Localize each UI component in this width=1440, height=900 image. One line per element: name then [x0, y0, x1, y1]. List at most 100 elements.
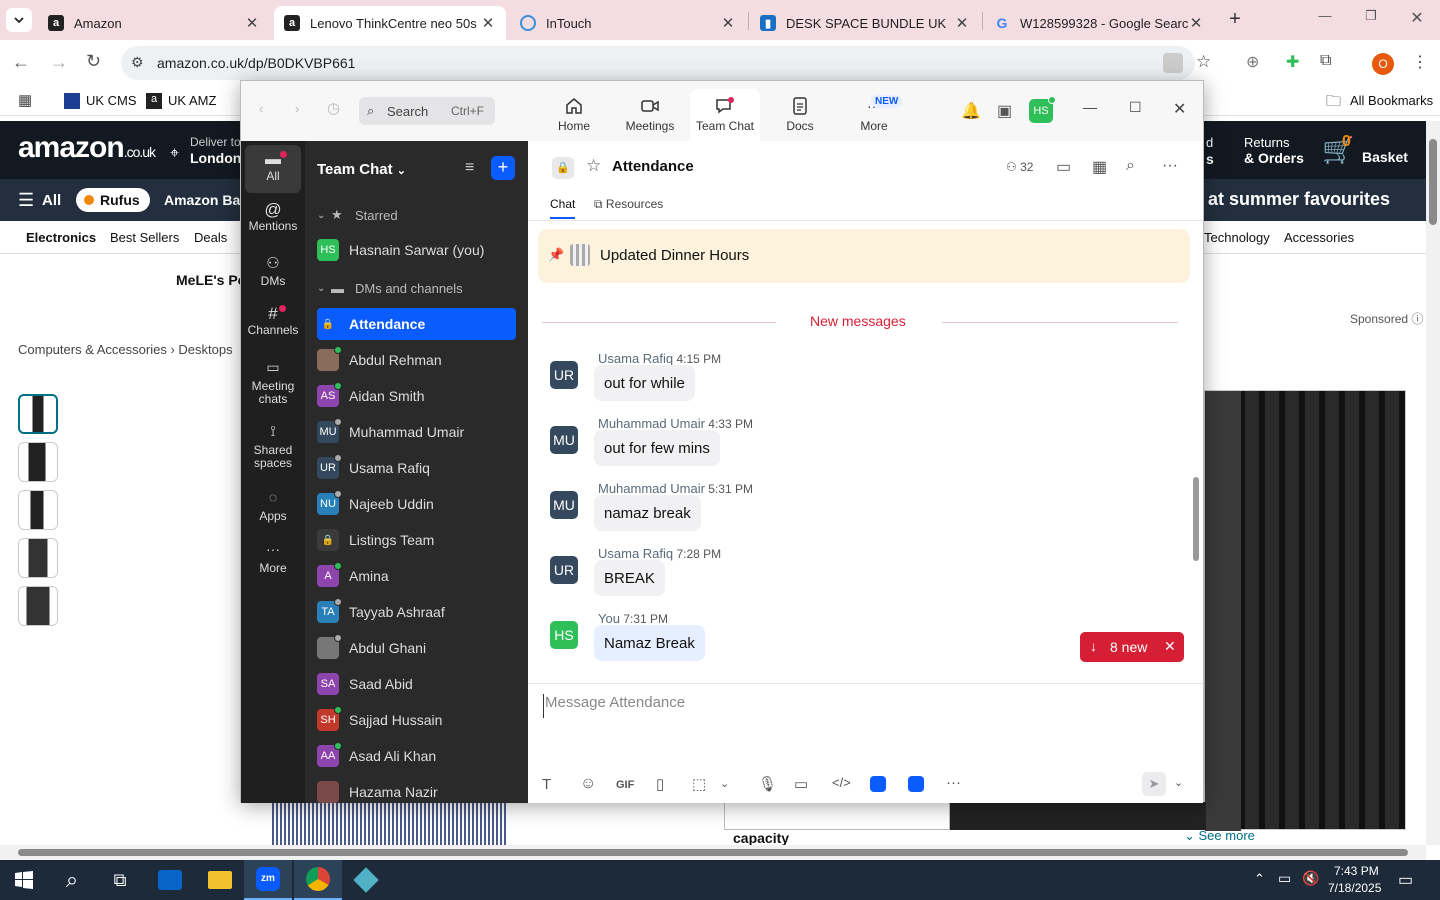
video-message-icon[interactable]: ▭ [794, 775, 808, 793]
list-item[interactable]: Abdul Rehman [317, 344, 516, 376]
send-button[interactable]: ➤ [1142, 772, 1166, 796]
rail-shared-spaces[interactable]: ⟟ Shared spaces [245, 424, 301, 470]
see-more-link[interactable]: ⌄ See more [1184, 828, 1255, 844]
new-messages-jump-button[interactable]: ↓ 8 new ✕ [1080, 632, 1184, 662]
forward-arrow-icon[interactable]: → [50, 52, 68, 73]
chrome-taskbar-icon[interactable] [294, 860, 342, 900]
amazon-logo[interactable]: amazon.co.uk [18, 131, 156, 165]
microphone-icon[interactable]: 🎙 [758, 775, 777, 793]
browser-tab-desk-space[interactable]: ▮ DESK SPACE BUNDLE UK ✕ [750, 6, 980, 40]
subnav-technology[interactable]: Technology [1204, 230, 1270, 245]
message-bubble[interactable]: out for while [594, 365, 695, 401]
tab-docs[interactable]: Docs [765, 89, 835, 141]
screenshot-icon[interactable]: ⬚ [692, 775, 706, 793]
avatar[interactable]: MU [550, 491, 578, 519]
back-arrow-icon[interactable]: ‹ [259, 101, 263, 116]
breadcrumb-link[interactable]: Computers & Accessories [18, 342, 167, 357]
zoom-taskbar-icon[interactable]: zm [244, 860, 292, 900]
list-item[interactable]: AA Asad Ali Khan [317, 740, 516, 772]
rail-channels[interactable]: # Channels [245, 305, 301, 337]
tray-chevron-up-icon[interactable]: ⌃ [1254, 871, 1265, 887]
message-bubble[interactable]: namaz break [594, 495, 701, 531]
close-window-button[interactable]: ✕ [1406, 8, 1428, 30]
list-item[interactable]: 🔒 Listings Team [317, 524, 516, 556]
file-icon[interactable]: ▯ [656, 775, 664, 793]
breadcrumb-link[interactable]: Desktops [178, 342, 232, 357]
close-tab-icon[interactable]: ✕ [244, 14, 260, 32]
avatar[interactable]: UR [550, 556, 578, 584]
message-bubble[interactable]: BREAK [594, 560, 665, 596]
whiteboard-icon[interactable]: ▣ [997, 101, 1012, 121]
profile-avatar[interactable]: O [1372, 53, 1394, 75]
members-count[interactable]: ⚇ 32 [1006, 160, 1033, 174]
close-icon[interactable]: ✕ [1164, 638, 1176, 655]
tab-home[interactable]: Home [539, 89, 609, 141]
thumbnail-image[interactable] [18, 442, 58, 482]
file-explorer-icon[interactable] [196, 860, 244, 900]
start-button[interactable] [0, 860, 48, 900]
speaker-muted-icon[interactable]: 🔇 [1302, 870, 1319, 887]
more-dots-icon[interactable]: ··· [946, 774, 961, 791]
zoom-app-icon[interactable] [870, 776, 886, 792]
new-chat-button[interactable]: + [491, 156, 515, 180]
bookmark-uk-cms[interactable]: UK CMS [86, 93, 137, 108]
subnav-electronics[interactable]: Electronics [26, 230, 96, 245]
all-bookmarks-link[interactable]: All Bookmarks [1350, 93, 1433, 108]
calendar-icon[interactable]: ▦ [1092, 157, 1107, 177]
page-horizontal-scrollbar[interactable] [0, 845, 1426, 860]
task-view-icon[interactable]: ⧉ [96, 860, 144, 900]
scrollbar-thumb[interactable] [1193, 477, 1199, 561]
avatar[interactable]: UR [550, 361, 578, 389]
zoom-minimize-button[interactable]: — [1083, 99, 1097, 115]
tab-resources[interactable]: ⧉ Resources [594, 197, 663, 212]
basket-label[interactable]: Basket [1362, 149, 1408, 165]
lens-icon[interactable] [1163, 53, 1183, 73]
rail-more[interactable]: ··· More [245, 542, 301, 575]
close-tab-icon[interactable]: ✕ [720, 14, 736, 32]
scrollbar-thumb[interactable] [18, 849, 1408, 856]
rail-apps[interactable]: ◌ Apps [245, 490, 301, 523]
filter-icon[interactable]: ≡ [465, 159, 474, 177]
history-icon[interactable]: ◷ [327, 99, 340, 117]
thumbnail-image[interactable] [18, 538, 58, 578]
list-item-selected[interactable]: 🔒 Attendance [317, 308, 516, 340]
close-tab-icon[interactable]: ✕ [480, 14, 496, 32]
chat-list-title[interactable]: Team Chat ⌄ [317, 161, 406, 178]
restore-window-button[interactable]: ❐ [1360, 8, 1382, 30]
scrollbar-thumb[interactable] [1429, 139, 1437, 225]
rail-dms[interactable]: ⚇ DMs [245, 256, 301, 288]
channel-title[interactable]: Attendance [612, 158, 694, 175]
bookmark-uk-amz[interactable]: UK AMZ [168, 93, 216, 108]
browser-tab-intouch[interactable]: InTouch ✕ [510, 6, 746, 40]
tab-team-chat[interactable]: Team Chat [690, 89, 760, 141]
summer-banner[interactable]: at summer favourites [1208, 189, 1390, 210]
browser-menu-icon[interactable]: ⋮ [1412, 52, 1428, 72]
returns-label[interactable]: Returns [1244, 135, 1290, 150]
thumbnail-image[interactable] [18, 490, 58, 530]
list-item[interactable]: MU Muhammad Umair [317, 416, 516, 448]
section-dms-channels[interactable]: ⌄ ▬ DMs and channels [317, 272, 516, 304]
app-diamond-icon[interactable] [342, 860, 390, 900]
page-vertical-scrollbar[interactable] [1426, 121, 1440, 845]
orders-label[interactable]: & Orders [1244, 150, 1304, 166]
close-tab-icon[interactable]: ✕ [954, 14, 970, 32]
list-item[interactable]: Abdul Ghani [317, 632, 516, 664]
message-bubble[interactable]: Namaz Break [594, 625, 705, 661]
nav-all[interactable]: All [42, 192, 61, 209]
rufus-button[interactable]: Rufus [76, 188, 150, 212]
clock-time[interactable]: 7:43 PM [1334, 864, 1379, 878]
translate-icon[interactable]: ⊕ [1246, 52, 1259, 72]
search-icon[interactable]: ⌕ [48, 860, 96, 900]
tab-meetings[interactable]: Meetings [615, 89, 685, 141]
extension-green-icon[interactable]: ✚ [1286, 52, 1299, 72]
chevron-down-icon[interactable]: ⌄ [1174, 776, 1183, 789]
chat-scrollbar[interactable] [1192, 221, 1200, 683]
thumbnail-image[interactable] [18, 394, 58, 434]
avatar[interactable]: MU [550, 426, 578, 454]
avatar[interactable]: HS [550, 621, 578, 649]
list-item[interactable]: A Amina [317, 560, 516, 592]
rail-meeting-chats[interactable]: ▭ Meeting chats [245, 360, 301, 406]
address-bar[interactable]: ⚙ amazon.co.uk/dp/B0DKVBP661 [121, 46, 1195, 80]
notifications-bell-icon[interactable]: 🔔 [961, 101, 981, 121]
code-snippet-icon[interactable]: </> [832, 775, 851, 790]
